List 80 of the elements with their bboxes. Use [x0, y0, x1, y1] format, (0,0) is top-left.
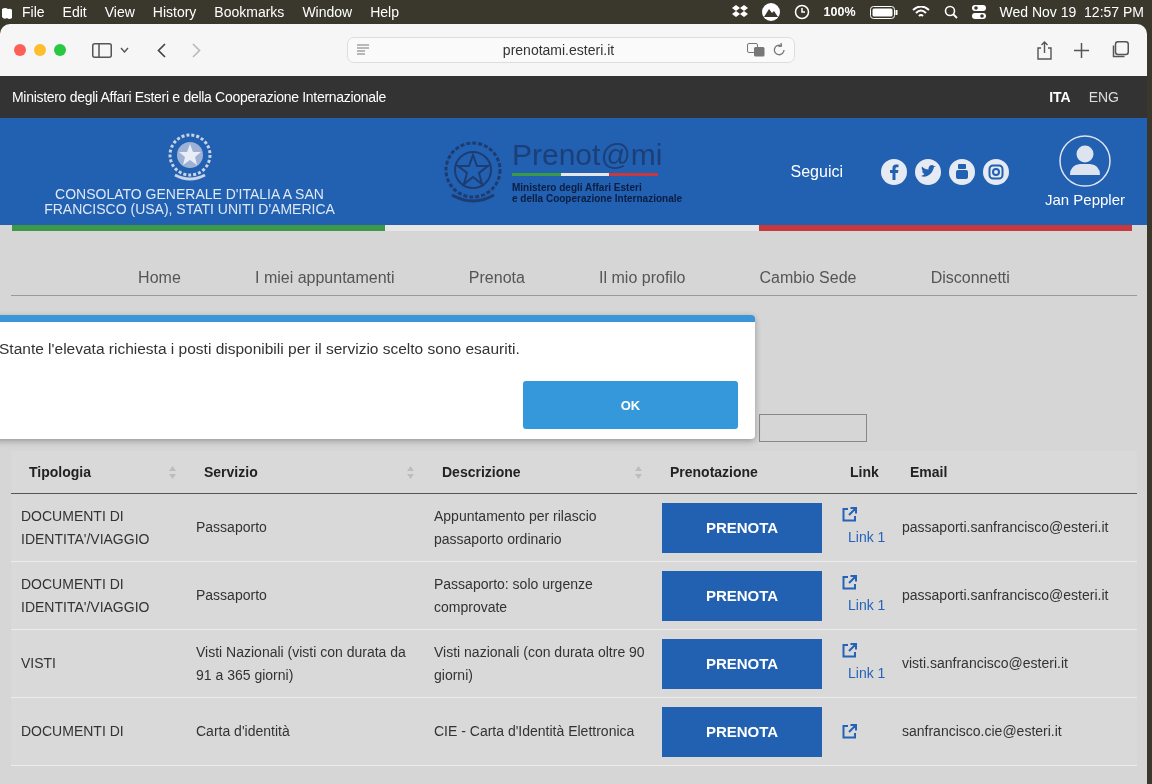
user-name[interactable]: Jan Peppler	[1044, 191, 1126, 208]
menu-item[interactable]: History	[152, 4, 197, 20]
link[interactable]: Link 1	[848, 661, 886, 685]
logo-title: Prenot@mi	[512, 139, 664, 171]
nav-link[interactable]: Cambio Sede	[759, 269, 857, 287]
alert-message: Stante l'elevata richiesta i posti disponibili per il servizio scelto sono esauriti.	[0, 340, 520, 358]
search-icon[interactable]	[943, 5, 958, 19]
logo-subtitle: Ministero degli Affari Esteri	[512, 182, 643, 193]
column-header[interactable]: Prenotazione	[652, 451, 832, 494]
table-cell: Carta d'identità	[186, 697, 424, 766]
nav-link[interactable]: Il mio profilo	[599, 269, 686, 287]
sidebar-icon[interactable]	[92, 42, 112, 58]
camera-icon[interactable]	[983, 158, 1009, 185]
menu-item[interactable]: View	[104, 4, 135, 20]
tabs-overview-icon[interactable]	[1111, 41, 1129, 59]
user-avatar-icon[interactable]	[1059, 135, 1111, 187]
mountain-icon[interactable]	[761, 3, 780, 21]
clock-text: Wed Nov 19 12:57 PM	[999, 4, 1144, 20]
toggle-icon[interactable]	[971, 5, 986, 19]
table-cell: Visti Nazionali (visti con durata da 91 a 365 giorni)	[186, 629, 424, 698]
table-cell: Passaporto	[186, 561, 424, 630]
back-icon[interactable]	[157, 42, 166, 58]
table-cell: visti.sanfrancisco@esteri.it	[892, 629, 1137, 698]
table-cell: Visti nazionali (con durata oltre 90 giorni)	[424, 629, 652, 698]
table-cell: passaporti.sanfrancisco@esteri.it	[892, 493, 1137, 562]
nav-link[interactable]: Disconnetti	[930, 269, 1010, 287]
clock-icon[interactable]	[793, 4, 810, 20]
battery-icon[interactable]	[869, 5, 898, 19]
wifi-icon[interactable]	[911, 5, 930, 19]
column-header[interactable]: Tipologia	[11, 451, 186, 494]
table-cell: DOCUMENTI DI IDENTITA'/VIAGGIO	[11, 561, 186, 630]
menu-item[interactable]: Help	[370, 4, 399, 20]
share-icon[interactable]	[1037, 40, 1052, 60]
table-cell: sanfrancisco.cie@esteri.it	[892, 697, 1137, 766]
table-cell: VISTI	[11, 629, 186, 698]
column-header[interactable]: Servizio	[186, 451, 424, 494]
column-header[interactable]: Descrizione	[424, 451, 652, 494]
reload-icon[interactable]	[773, 43, 786, 57]
link[interactable]: Link 1	[848, 525, 886, 549]
column-header[interactable]: Email	[892, 451, 1137, 494]
menu-item[interactable]: File	[22, 4, 45, 20]
follow-label: Seguici	[790, 162, 843, 181]
address-bar[interactable]: prenotami.esteri.it	[347, 37, 795, 63]
url-text: prenotami.esteri.it	[501, 42, 616, 58]
external-link-icon[interactable]	[842, 574, 857, 590]
table-cell: DOCUMENTI DI	[11, 697, 186, 766]
book-button[interactable]: PRENOTA	[662, 706, 822, 757]
consulate-name: CONSOLATO GENERALE D'ITALIA A SAN FRANCISCO (USA), STATI UNITI D'AMERICA	[43, 186, 336, 217]
twitter-icon[interactable]	[915, 158, 941, 185]
external-link-icon[interactable]	[842, 506, 857, 522]
table-cell: CIE - Carta d'Identità Elettronica	[424, 697, 652, 766]
nav-link[interactable]: Home	[138, 269, 181, 287]
battery-percent: 100%	[823, 5, 856, 19]
table-cell: Passaporto: solo urgenze comprovate	[424, 561, 652, 630]
external-link-icon[interactable]	[842, 724, 857, 739]
language-link[interactable]: ENG	[1088, 89, 1119, 105]
new-tab-icon[interactable]	[1074, 42, 1089, 58]
book-button[interactable]: PRENOTA	[662, 502, 822, 553]
external-link-icon[interactable]	[842, 642, 857, 658]
language-link[interactable]: ITA	[1049, 89, 1071, 105]
facebook-icon[interactable]	[881, 158, 907, 185]
book-button[interactable]: PRENOTA	[662, 638, 822, 689]
table-cell: passaporti.sanfrancisco@esteri.it	[892, 561, 1137, 630]
book-button[interactable]: PRENOTA	[662, 570, 822, 621]
table-cell: DOCUMENTI DI IDENTITA'/VIAGGIO	[11, 493, 186, 562]
link[interactable]: Link 1	[848, 593, 886, 617]
menu-item[interactable]: Bookmarks	[214, 4, 285, 20]
menu-item[interactable]: Edit	[62, 4, 87, 20]
logo-subtitle: e della Cooperazione Internazionale	[512, 193, 683, 204]
nav-link[interactable]: I miei appuntamenti	[255, 269, 395, 287]
menu-item[interactable]: Window	[302, 4, 353, 20]
table-cell: Passaporto	[186, 493, 424, 562]
table-cell: Appuntamento per rilascio passaporto ordinario	[424, 493, 652, 562]
nav-link[interactable]: Prenota	[468, 269, 525, 287]
input-field[interactable]	[759, 414, 867, 442]
chevron-down-icon[interactable]	[120, 47, 129, 53]
column-header[interactable]: Link	[832, 451, 892, 494]
ministry-name: Ministero degli Affari Esteri e della Cooperazione Internazionale	[12, 89, 387, 105]
translate-icon[interactable]	[747, 43, 765, 57]
close-window-icon[interactable]	[14, 44, 26, 56]
